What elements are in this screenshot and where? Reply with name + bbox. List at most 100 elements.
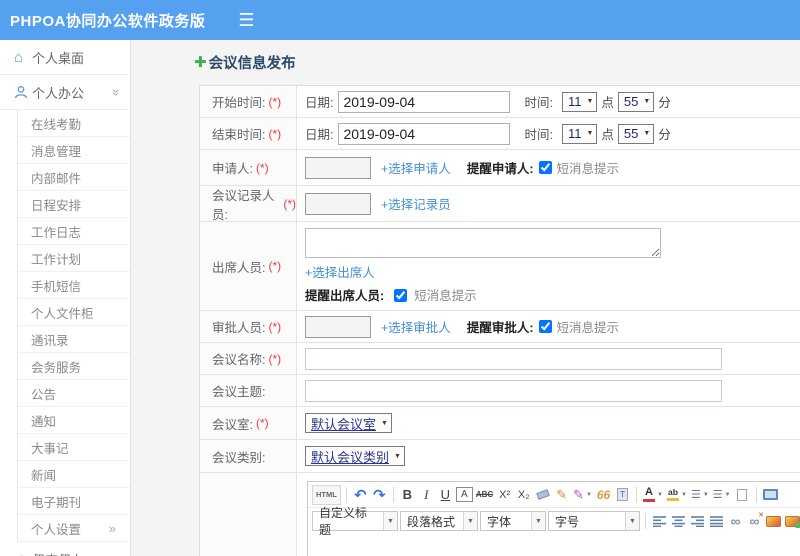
sidebar-item-events[interactable]: 大事记 <box>18 434 130 461</box>
select-arrow-icon: ▼ <box>586 130 594 137</box>
hour-unit: 点 <box>601 128 614 142</box>
html-source-icon[interactable]: HTML <box>312 484 341 505</box>
editor-content-area[interactable] <box>308 534 800 556</box>
dropdown-arrow-icon: ▼ <box>657 491 663 498</box>
sidebar-item-attendance[interactable]: 在线考勤 <box>18 110 130 137</box>
choose-recorder-link[interactable]: +选择记录员 <box>381 194 451 213</box>
sidebar-item-meeting-service[interactable]: 会务服务 <box>18 353 130 380</box>
approver-sms-checkbox[interactable] <box>539 320 553 333</box>
bold-icon[interactable]: B <box>399 485 416 505</box>
align-right-icon[interactable] <box>689 511 706 531</box>
required-mark: (*) <box>268 351 282 366</box>
sidebar-item-file-cabinet[interactable]: 个人文件柜 <box>18 299 130 326</box>
start-date-input[interactable] <box>338 90 511 113</box>
sidebar-item-e-journal[interactable]: 电子期刊 <box>18 488 130 515</box>
attendees-label: 出席人员: <box>212 260 266 275</box>
sidebar-item-schedule[interactable]: 日程安排 <box>18 191 130 218</box>
dropdown-arrow-icon: ▼ <box>680 491 687 498</box>
unordered-list-icon[interactable]: ☰ ▼ <box>712 485 732 505</box>
meeting-topic-label: 会议主题: <box>212 385 266 399</box>
end-hour-select[interactable]: 11 ▼ <box>561 123 598 144</box>
sidebar-item-work-log[interactable]: 工作日志 <box>18 218 130 245</box>
eraser-icon[interactable] <box>534 485 551 505</box>
recorder-input[interactable] <box>305 192 371 215</box>
applicant-sms-checkbox[interactable] <box>539 161 553 174</box>
italic-icon[interactable]: I <box>418 485 435 505</box>
sidebar-item-internal-mail[interactable]: 内部邮件 <box>18 164 130 191</box>
meeting-form: 开始时间:(*) 日期: 时间: 11▼ 点 55▼ 分 结束时间:(*) 日期… <box>199 85 800 556</box>
end-minute-select[interactable]: 55 ▼ <box>617 123 655 144</box>
sidebar-item-sms[interactable]: 手机短信 <box>18 272 130 299</box>
sidebar-item-desktop[interactable]: ⌂ 个人桌面 <box>0 40 130 75</box>
sidebar-item-office[interactable]: 个人办公 » <box>0 75 130 110</box>
blockquote-icon[interactable]: 66 <box>595 485 612 505</box>
meeting-category-select[interactable]: 默认会议类别 ▼ <box>305 446 405 466</box>
meeting-name-input[interactable] <box>305 347 722 370</box>
superscript-icon[interactable]: X² <box>496 485 513 505</box>
format-brush-icon[interactable]: ✎ <box>553 485 570 505</box>
subscript-icon[interactable]: X₂ <box>515 485 532 505</box>
paste-icon[interactable]: T <box>614 485 631 505</box>
align-left-icon[interactable] <box>651 511 668 531</box>
fullscreen-icon[interactable] <box>762 485 779 505</box>
sidebar-item-announcement[interactable]: 公告 <box>18 380 130 407</box>
choose-approver-link[interactable]: +选择审批人 <box>381 317 451 336</box>
upload-image-icon[interactable] <box>784 511 800 531</box>
align-justify-icon[interactable] <box>708 511 725 531</box>
applicant-input[interactable] <box>305 156 371 179</box>
meeting-name-label: 会议名称: <box>212 353 266 367</box>
hamburger-menu-icon[interactable]: ☰ <box>238 11 254 29</box>
font-family-select[interactable]: 字体 ▼ <box>480 511 546 531</box>
sidebar-item-news[interactable]: 新闻 <box>18 461 130 488</box>
start-minute-select[interactable]: 55 ▼ <box>617 91 655 112</box>
sidebar-item-contacts[interactable]: 通讯录 <box>18 326 130 353</box>
attendees-textarea[interactable] <box>305 228 661 258</box>
sidebar-submenu: 在线考勤 消息管理 内部邮件 日程安排 工作日志 工作计划 手机短信 个人文件柜… <box>17 110 130 542</box>
font-color-icon[interactable]: A ▼ <box>642 485 664 505</box>
start-hour-select[interactable]: 11 ▼ <box>561 91 598 112</box>
align-center-icon[interactable] <box>670 511 687 531</box>
attendees-sms-checkbox[interactable] <box>393 289 407 302</box>
pen-color-icon[interactable]: ✎ ▼ <box>572 485 593 505</box>
boxed-a-icon[interactable]: A <box>455 487 473 502</box>
approver-input[interactable] <box>305 315 371 338</box>
swap-arrows-icon: ⇄ <box>14 552 32 556</box>
select-arrow-icon: ▼ <box>394 452 401 460</box>
undo-icon[interactable]: ↶ <box>352 485 369 505</box>
sidebar-item-supervise[interactable]: ⇄ 督查督办 » <box>0 542 130 556</box>
select-arrow-icon: ▼ <box>643 98 651 105</box>
row-start-time: 开始时间:(*) 日期: 时间: 11▼ 点 55▼ 分 <box>200 86 800 118</box>
font-size-select[interactable]: 字号 ▼ <box>548 511 640 531</box>
sidebar-item-work-plan[interactable]: 工作计划 <box>18 245 130 272</box>
sidebar-item-messages[interactable]: 消息管理 <box>18 137 130 164</box>
insert-image-icon[interactable] <box>765 511 782 531</box>
strikethrough-icon[interactable]: ABC <box>475 485 494 505</box>
underline-icon[interactable]: U <box>437 485 454 505</box>
remind-attendees-label: 提醒出席人员: <box>305 289 385 303</box>
remove-link-icon[interactable]: ∞ ✕ <box>746 511 765 531</box>
new-page-icon[interactable] <box>734 485 751 505</box>
sms-tip-label: 短消息提示 <box>556 321 619 335</box>
choose-applicant-link[interactable]: +选择申请人 <box>381 158 451 177</box>
chevron-right-icon: » <box>108 520 116 536</box>
required-mark: (*) <box>268 126 282 141</box>
rich-text-editor: HTML ↶ ↷ B I U A ABC X² X₂ ✎ ✎ ▼ 66 T A … <box>307 481 800 556</box>
redo-icon[interactable]: ↷ <box>371 485 388 505</box>
ordered-list-icon[interactable]: ☰ ▼ <box>690 485 710 505</box>
dropdown-arrow-icon: ▼ <box>702 491 709 498</box>
end-date-input[interactable] <box>338 122 511 145</box>
sidebar-item-personal-settings[interactable]: 个人设置 » <box>18 515 130 542</box>
paragraph-format-select[interactable]: 段落格式 ▼ <box>400 511 478 531</box>
meeting-topic-input[interactable] <box>305 379 722 402</box>
required-mark: (*) <box>268 94 282 109</box>
required-mark: (*) <box>268 259 282 273</box>
meeting-room-label: 会议室: <box>212 417 253 432</box>
meeting-room-select[interactable]: 默认会议室 ▼ <box>305 413 392 433</box>
meeting-category-label: 会议类别: <box>212 450 266 465</box>
insert-link-icon[interactable]: ∞ <box>727 511 744 531</box>
sidebar-item-notice[interactable]: 通知 <box>18 407 130 434</box>
heading-select[interactable]: 自定义标题 ▼ <box>312 506 398 537</box>
choose-attendees-link[interactable]: +选择出席人 <box>305 262 375 281</box>
main-content: ✚ 会议信息发布 开始时间:(*) 日期: 时间: 11▼ 点 55▼ 分 结束… <box>131 40 800 556</box>
highlight-icon[interactable]: ab ▼ <box>666 485 688 505</box>
